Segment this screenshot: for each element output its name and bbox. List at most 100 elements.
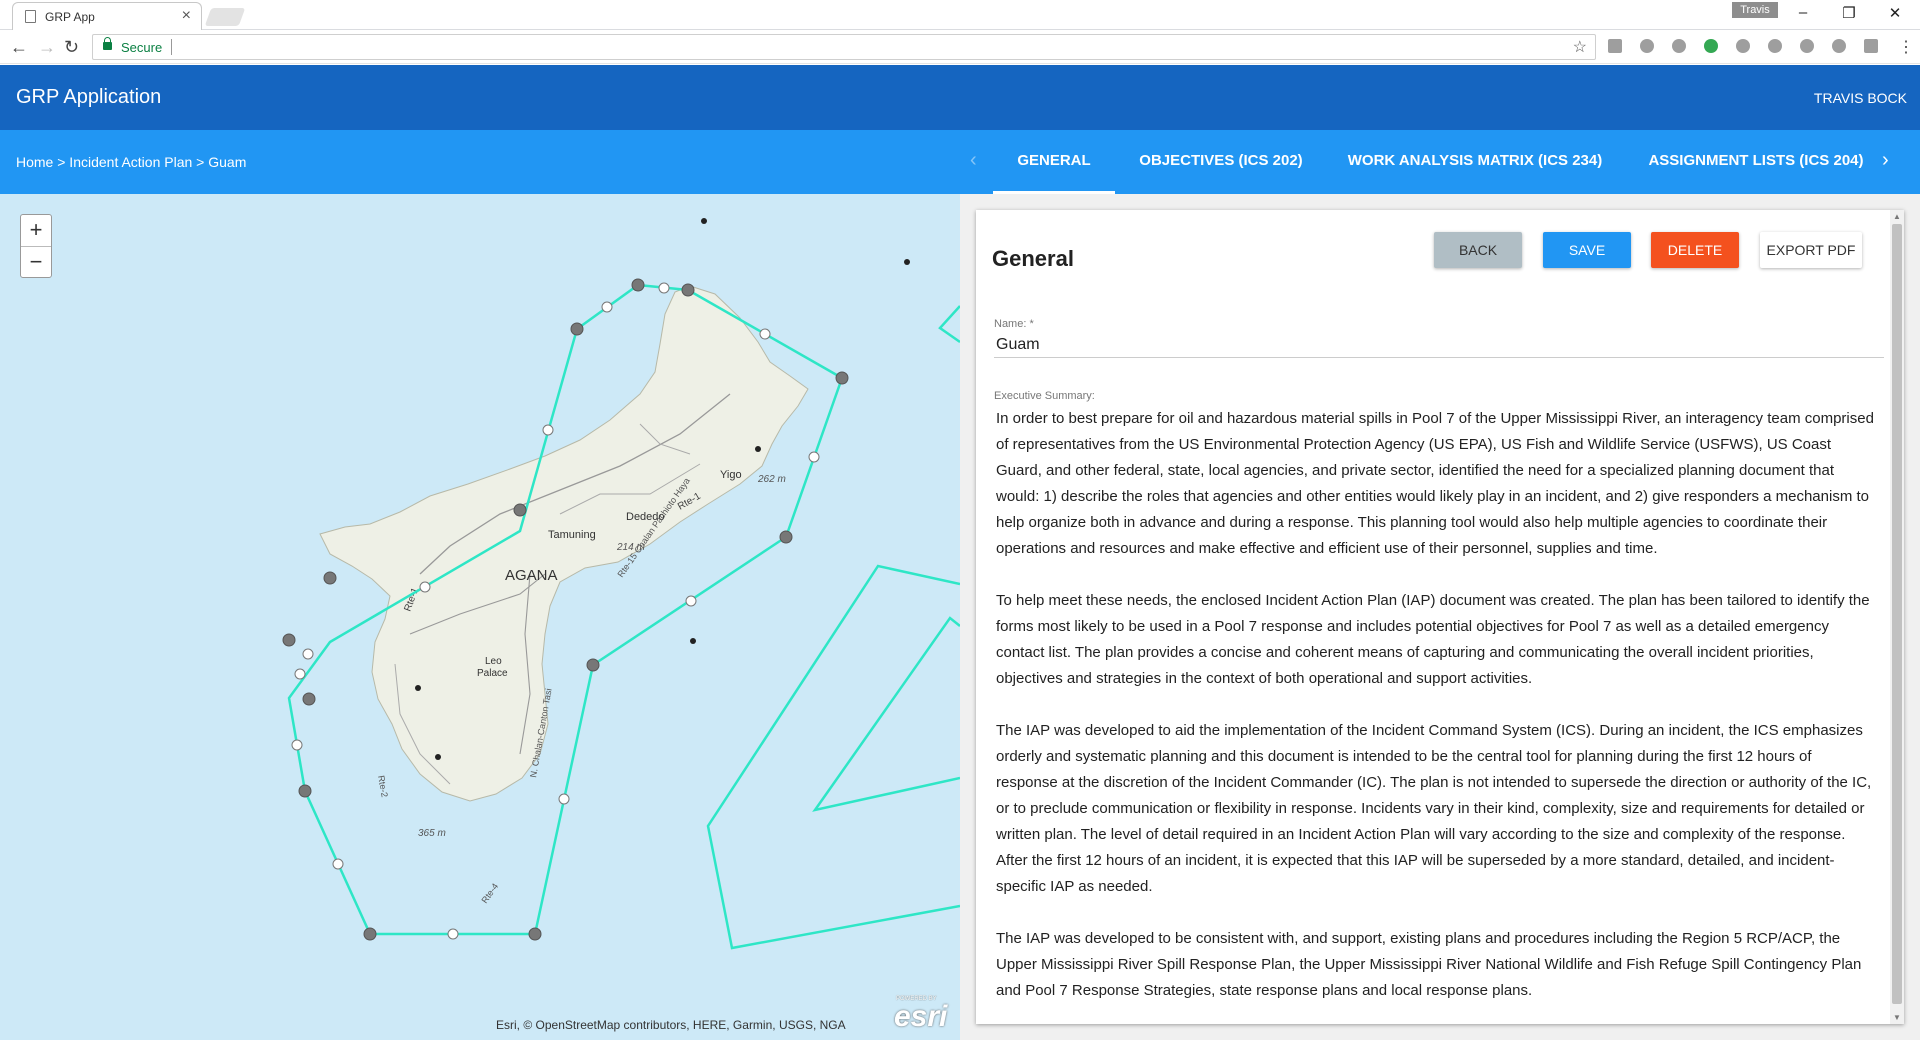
map-view[interactable]: AGANA Tamuning Dededo Yigo Leo Palace 26… <box>0 194 960 1040</box>
midpoint-handle[interactable] <box>419 581 431 593</box>
midpoint-handle[interactable] <box>294 668 306 680</box>
map-canvas[interactable]: AGANA Tamuning Dededo Yigo Leo Palace 26… <box>0 194 960 1040</box>
secure-label: Secure <box>121 40 163 55</box>
name-field[interactable]: Guam <box>996 336 1040 354</box>
extension-icon[interactable] <box>1768 39 1782 53</box>
scrollbar-thumb[interactable] <box>1892 224 1902 1004</box>
back-arrow-icon[interactable]: ← <box>10 37 28 58</box>
general-card: General BACK SAVE DELETE EXPORT PDF Name… <box>976 210 1904 1024</box>
vertex-handle[interactable] <box>323 571 337 585</box>
point-marker[interactable] <box>904 259 910 265</box>
point-marker[interactable] <box>415 685 421 691</box>
midpoint-handle[interactable] <box>291 739 303 751</box>
menu-icon[interactable]: ⋮ <box>1898 37 1914 57</box>
midpoint-handle[interactable] <box>685 595 697 607</box>
midpoint-handle[interactable] <box>302 648 314 660</box>
place-label: Tamuning <box>548 529 596 541</box>
profile-badge[interactable]: Travis <box>1732 2 1778 18</box>
forward-arrow-icon[interactable]: → <box>38 37 56 58</box>
new-tab-button[interactable] <box>204 8 246 26</box>
point-marker[interactable] <box>690 638 696 644</box>
zoom-control: + − <box>20 214 52 278</box>
address-separator <box>171 39 172 55</box>
export-pdf-button[interactable]: EXPORT PDF <box>1760 232 1862 268</box>
vertex-handle[interactable] <box>528 927 542 941</box>
scroll-down-icon[interactable]: ▼ <box>1893 1013 1901 1022</box>
response-area-polygon[interactable] <box>706 564 960 950</box>
browser-tabstrip: GRP App × Travis – ❐ ✕ <box>0 0 1920 30</box>
close-icon[interactable]: × <box>182 7 191 25</box>
point-marker[interactable] <box>755 446 761 452</box>
place-label: Yigo <box>720 469 742 481</box>
extension-icon[interactable] <box>1640 39 1654 53</box>
zoom-in-button[interactable]: + <box>21 215 51 246</box>
executive-summary-field[interactable]: In order to best prepare for oil and haz… <box>996 406 1876 1024</box>
page-icon <box>25 10 36 23</box>
vertex-handle[interactable] <box>681 283 695 297</box>
bookmark-star-icon[interactable]: ☆ <box>1573 37 1587 57</box>
vertex-handle[interactable] <box>282 633 296 647</box>
extension-icon[interactable] <box>1704 39 1718 53</box>
vertex-handle[interactable] <box>298 784 312 798</box>
chevron-left-icon[interactable]: ‹ <box>970 149 977 172</box>
minimize-icon[interactable]: – <box>1783 4 1823 21</box>
place-label: Palace <box>477 668 508 679</box>
name-label: Name: * <box>994 318 1034 330</box>
midpoint-handle[interactable] <box>601 301 613 313</box>
guam-island <box>319 285 809 802</box>
midpoint-handle[interactable] <box>658 282 670 294</box>
point-marker[interactable] <box>435 754 441 760</box>
extension-icon[interactable] <box>1672 39 1686 53</box>
zoom-out-button[interactable]: − <box>21 246 51 277</box>
midpoint-handle[interactable] <box>808 451 820 463</box>
extension-icon[interactable] <box>1800 39 1814 53</box>
vertex-handle[interactable] <box>835 371 849 385</box>
user-name[interactable]: TRAVIS BOCK <box>1814 90 1907 106</box>
delete-button[interactable]: DELETE <box>1651 232 1739 268</box>
vertex-handle[interactable] <box>570 322 584 336</box>
vertex-handle[interactable] <box>363 927 377 941</box>
route-label: Rte-4 <box>479 881 500 905</box>
tab-objectives[interactable]: OBJECTIVES (ICS 202) <box>1128 130 1314 194</box>
app-header: GRP Application TRAVIS BOCK <box>0 65 1920 130</box>
vertex-handle[interactable] <box>513 503 527 517</box>
browser-tab[interactable]: GRP App × <box>12 2 202 30</box>
map-attribution: Esri, © OpenStreetMap contributors, HERE… <box>496 1018 846 1032</box>
response-area-polygon[interactable] <box>938 305 960 344</box>
place-label: Leo <box>485 656 502 667</box>
address-row: ← → ↻ Secure ☆ ⋮ <box>0 30 1920 64</box>
reload-icon[interactable]: ↻ <box>64 37 79 58</box>
midpoint-handle[interactable] <box>558 793 570 805</box>
vertex-handle[interactable] <box>779 530 793 544</box>
tab-assignment-lists[interactable]: ASSIGNMENT LISTS (ICS 204) <box>1640 130 1872 194</box>
section-title: General <box>992 246 1074 271</box>
response-area-polygon[interactable] <box>812 616 960 812</box>
route-label: Rte-2 <box>376 775 390 798</box>
vertex-handle[interactable] <box>586 658 600 672</box>
scrollbar[interactable]: ▲ ▼ <box>1890 210 1904 1024</box>
extension-icon[interactable] <box>1832 39 1846 53</box>
breadcrumb[interactable]: Home > Incident Action Plan > Guam <box>16 154 246 170</box>
extension-icon[interactable] <box>1736 39 1750 53</box>
vertex-handle[interactable] <box>302 692 316 706</box>
midpoint-handle[interactable] <box>447 928 459 940</box>
window-close-icon[interactable]: ✕ <box>1875 4 1915 22</box>
extension-icon[interactable] <box>1608 39 1622 53</box>
cast-icon[interactable] <box>1864 39 1878 53</box>
tab-general[interactable]: GENERAL <box>993 130 1115 194</box>
scroll-up-icon[interactable]: ▲ <box>1893 212 1901 221</box>
save-button[interactable]: SAVE <box>1543 232 1631 268</box>
point-marker[interactable] <box>701 218 707 224</box>
midpoint-handle[interactable] <box>759 328 771 340</box>
summary-paragraph: The IAP was developed to be consistent w… <box>996 930 1862 999</box>
esri-logo: esri <box>894 1000 948 1033</box>
address-bar[interactable]: Secure ☆ <box>92 34 1596 60</box>
back-button[interactable]: BACK <box>1434 232 1522 268</box>
tab-work-analysis-matrix[interactable]: WORK ANALYSIS MATRIX (ICS 234) <box>1340 130 1610 194</box>
chevron-right-icon[interactable]: › <box>1882 149 1889 172</box>
midpoint-handle[interactable] <box>542 424 554 436</box>
midpoint-handle[interactable] <box>332 858 344 870</box>
vertex-handle[interactable] <box>631 278 645 292</box>
browser-tab-title: GRP App <box>45 10 95 24</box>
restore-icon[interactable]: ❐ <box>1829 4 1869 22</box>
